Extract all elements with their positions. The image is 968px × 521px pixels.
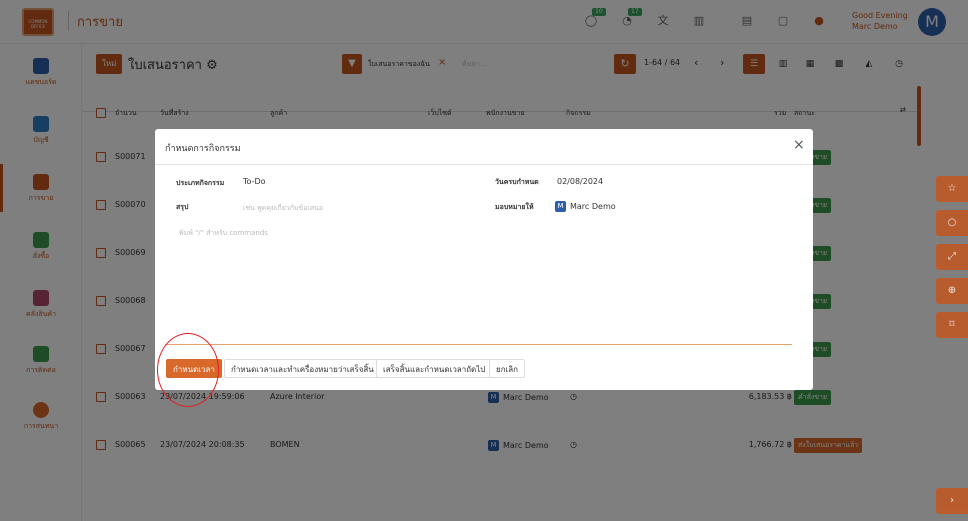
note-editor[interactable]: พิมพ์ "/" สำหรับ commands: [179, 228, 268, 239]
star-icon[interactable]: ☆: [936, 176, 968, 202]
summary-label: สรุป: [176, 203, 189, 211]
activity-type-label: ประเภทกิจกรรม: [176, 179, 225, 187]
assigned-to-label: มอบหมายให้: [495, 203, 534, 211]
due-date-label: วันครบกำหนด: [495, 178, 539, 186]
activity-type-field[interactable]: To-Do: [243, 177, 266, 186]
bookmark-icon[interactable]: ⌑: [936, 312, 968, 338]
cancel-button[interactable]: ยกเลิก: [489, 359, 526, 378]
zoom-icon[interactable]: ⊕: [936, 278, 968, 304]
assigned-to-field[interactable]: M Marc Demo: [555, 201, 616, 212]
dialog-title: กำหนดการกิจกรรม: [165, 144, 241, 154]
next-arrow-icon[interactable]: ›: [936, 488, 968, 514]
due-date-field[interactable]: 02/08/2024: [557, 177, 603, 186]
close-icon[interactable]: ×: [793, 138, 805, 152]
summary-input[interactable]: เช่น พูดคุยเกี่ยวกับข้อเสนอ: [243, 203, 323, 214]
search-tool-icon[interactable]: ○: [936, 210, 968, 236]
schedule-mark-done-button[interactable]: กำหนดเวลาและทำเครื่องหมายว่าเสร็จสิ้น: [224, 359, 381, 378]
editor-underline: [165, 344, 792, 345]
done-schedule-next-button[interactable]: เสร็จสิ้นและกำหนดเวลาถัดไป: [376, 359, 493, 378]
assignee-avatar: M: [555, 201, 566, 212]
annotation-circle: [157, 333, 219, 407]
expand-icon[interactable]: ⤢: [936, 244, 968, 270]
dialog-divider: [155, 164, 813, 165]
schedule-activity-dialog: กำหนดการกิจกรรม × ประเภทกิจกรรม To-Do สร…: [155, 129, 813, 390]
